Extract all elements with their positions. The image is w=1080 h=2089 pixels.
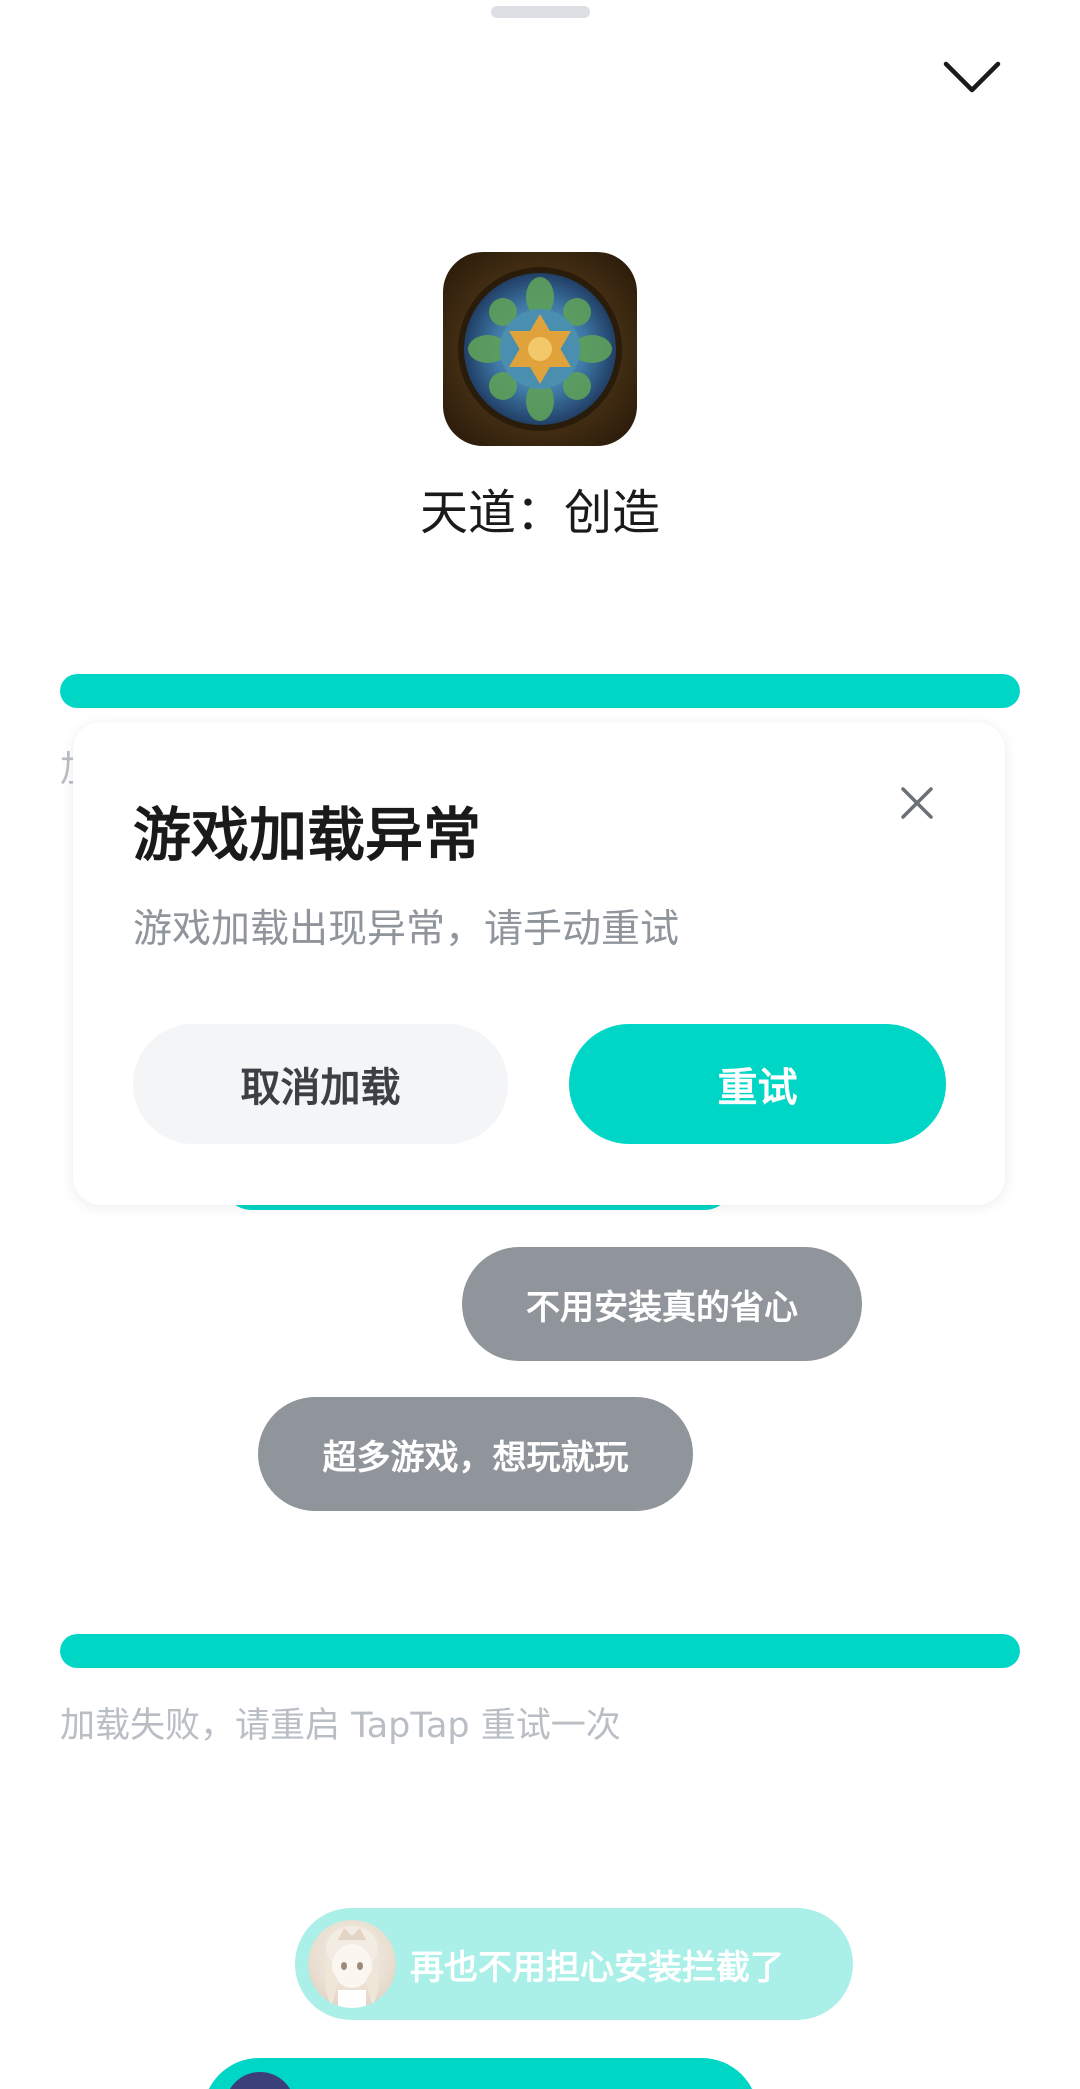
load-error-dialog: 游戏加载异常 游戏加载出现异常，请手动重试 取消加载 重试 xyxy=(73,722,1005,1205)
dialog-message: 游戏加载出现异常，请手动重试 xyxy=(133,907,680,952)
loading-progress-bar xyxy=(60,1634,1020,1668)
retry-button[interactable]: 重试 xyxy=(569,1024,946,1144)
promo-bubble xyxy=(203,2058,758,2089)
game-loading-sheet: 天道：创造 加 不用安装真的省心 超多游戏，想玩就玩 加载失败，请重启 TapT… xyxy=(0,0,1080,2089)
cancel-loading-button[interactable]: 取消加载 xyxy=(133,1024,508,1144)
avatar xyxy=(308,1920,396,2008)
avatar xyxy=(225,2072,295,2089)
feature-bubble: 超多游戏，想玩就玩 xyxy=(258,1397,693,1511)
feature-bubble: 不用安装真的省心 xyxy=(462,1247,862,1361)
close-button[interactable] xyxy=(894,780,940,826)
game-app-icon xyxy=(443,252,637,446)
feature-bubble-label: 超多游戏，想玩就玩 xyxy=(322,1437,629,1478)
dialog-title: 游戏加载异常 xyxy=(133,801,482,869)
promo-bubble: 再也不用担心安装拦截了 xyxy=(295,1908,853,2020)
close-icon xyxy=(901,787,933,819)
game-title: 天道：创造 xyxy=(419,485,660,541)
chevron-down-icon xyxy=(943,61,1001,93)
loading-progress-bar xyxy=(60,674,1020,708)
load-failed-message: 加载失败，请重启 TapTap 重试一次 xyxy=(60,1706,621,1746)
collapse-button[interactable] xyxy=(936,52,1008,104)
loading-progress-fill xyxy=(60,674,1020,708)
loading-progress-fill xyxy=(60,1634,1020,1668)
drag-handle[interactable] xyxy=(491,6,590,18)
promo-message: 再也不用担心安装拦截了 xyxy=(410,1947,784,1988)
feature-bubble-label: 不用安装真的省心 xyxy=(526,1287,798,1328)
